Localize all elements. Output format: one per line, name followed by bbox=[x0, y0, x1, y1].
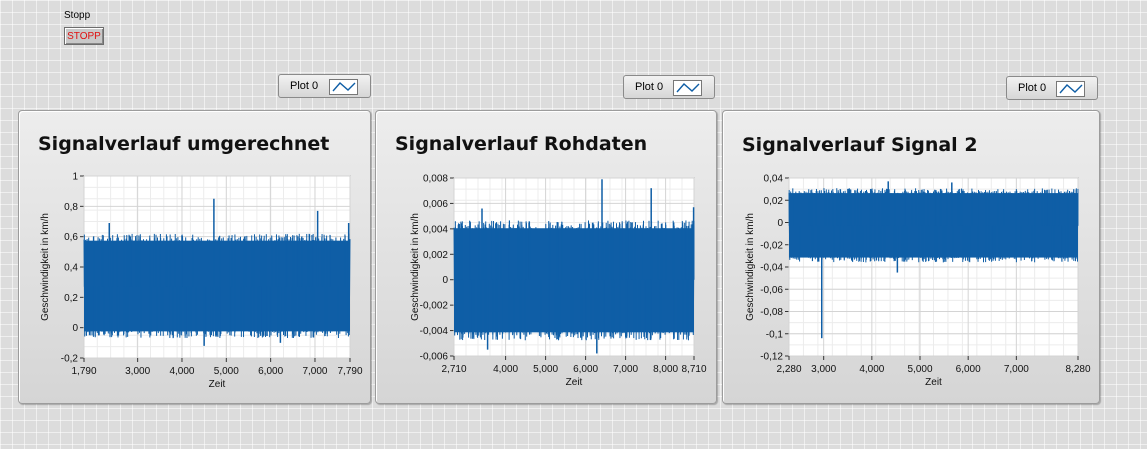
plot-legend-label: Plot 0 bbox=[290, 80, 319, 92]
y-tick-label: -0,02 bbox=[760, 240, 783, 251]
x-tick-label: 6,000 bbox=[956, 364, 981, 375]
x-tick-label: 5,000 bbox=[214, 366, 239, 377]
stop-label: Stopp bbox=[64, 10, 91, 21]
x-axis-label: Zeit bbox=[566, 377, 583, 388]
x-tick-label: 2,280 bbox=[776, 364, 801, 375]
x-tick-label: 6,000 bbox=[258, 366, 283, 377]
y-tick-label: 0,008 bbox=[423, 174, 448, 185]
x-tick-label: 6,000 bbox=[573, 364, 598, 375]
y-tick-label: 0 bbox=[72, 323, 78, 334]
stop-button[interactable]: STOPP bbox=[64, 27, 104, 45]
y-tick-label: -0,2 bbox=[61, 354, 79, 365]
y-tick-label: 0,8 bbox=[64, 202, 78, 213]
plot-legend-2[interactable]: Plot 0 bbox=[623, 75, 715, 99]
y-tick-label: 0,002 bbox=[423, 250, 448, 261]
plot-legend-1[interactable]: Plot 0 bbox=[278, 74, 371, 98]
x-axis-label: Zeit bbox=[925, 377, 942, 388]
x-axis-label: Zeit bbox=[209, 379, 226, 390]
x-tick-label: 7,790 bbox=[337, 366, 362, 377]
x-tick-label: 3,000 bbox=[125, 366, 150, 377]
chart-panel-2: Signalverlauf Rohdaten 0,008 0,006 0,004 0,… bbox=[375, 110, 717, 404]
plot-line-style-icon[interactable] bbox=[1056, 81, 1085, 97]
y-tick-label: 0,4 bbox=[64, 263, 78, 274]
plot-line-style-icon[interactable] bbox=[673, 80, 702, 96]
y-tick-label: 0,2 bbox=[64, 293, 78, 304]
x-tick-label: 5,000 bbox=[533, 364, 558, 375]
y-tick-label: -0,08 bbox=[760, 307, 783, 318]
plot-legend-label: Plot 0 bbox=[1018, 82, 1047, 94]
x-tick-label: 1,790 bbox=[71, 366, 96, 377]
y-tick-label: 0 bbox=[442, 275, 448, 286]
x-tick-label: 7,000 bbox=[1004, 364, 1029, 375]
y-tick-label: -0,002 bbox=[420, 301, 449, 312]
y-tick-label: 0,004 bbox=[423, 224, 448, 235]
chart-panel-3: Signalverlauf Signal 2 0,04 0,02 0 -0,02 -0,… bbox=[722, 110, 1100, 404]
waveform-chart[interactable]: 1 0,8 0,6 0,4 0,2 0 -0,21,790 3,000 4,000 5,000 6,… bbox=[19, 111, 372, 405]
plot-legend-label: Plot 0 bbox=[635, 81, 664, 93]
x-tick-label: 8,000 bbox=[653, 364, 678, 375]
plot-legend-3[interactable]: Plot 0 bbox=[1006, 76, 1098, 100]
waveform-chart[interactable]: 0,008 0,006 0,004 0,002 0 -0,002 -0,004 -0,0062… bbox=[376, 111, 718, 405]
y-axis-label: Geschwindigkeit in km/h bbox=[40, 213, 51, 321]
x-tick-label: 4,000 bbox=[493, 364, 518, 375]
x-tick-label: 2,710 bbox=[441, 364, 466, 375]
x-tick-label: 8,280 bbox=[1065, 364, 1090, 375]
y-tick-label: -0,1 bbox=[766, 329, 784, 340]
x-tick-label: 7,000 bbox=[302, 366, 327, 377]
chart-panel-1: Signalverlauf umgerechnet 1 0,8 0,6 0,4 0,2 0… bbox=[18, 110, 371, 404]
x-tick-label: 4,000 bbox=[169, 366, 194, 377]
y-axis-label: Geschwindigkeit in km/h bbox=[745, 213, 756, 321]
y-tick-label: 0,6 bbox=[64, 232, 78, 243]
x-tick-label: 5,000 bbox=[907, 364, 932, 375]
y-axis-label: Geschwindigkeit in km/h bbox=[410, 213, 421, 321]
y-tick-label: -0,12 bbox=[760, 352, 783, 363]
y-tick-label: -0,04 bbox=[760, 263, 783, 274]
y-tick-label: 0,04 bbox=[764, 174, 784, 185]
waveform-chart[interactable]: 0,04 0,02 0 -0,02 -0,04 -0,06 -0,08 -0,1 -0,122,… bbox=[723, 111, 1101, 405]
y-tick-label: 1 bbox=[72, 172, 78, 183]
y-tick-label: 0,02 bbox=[764, 196, 784, 207]
y-tick-label: -0,06 bbox=[760, 285, 783, 296]
y-tick-label: -0,006 bbox=[420, 352, 449, 363]
x-tick-label: 7,000 bbox=[613, 364, 638, 375]
y-tick-label: 0 bbox=[777, 218, 783, 229]
y-tick-label: -0,004 bbox=[420, 326, 449, 337]
y-tick-label: 0,006 bbox=[423, 199, 448, 210]
plot-line-style-icon[interactable] bbox=[329, 79, 358, 95]
x-tick-label: 4,000 bbox=[859, 364, 884, 375]
x-tick-label: 8,710 bbox=[681, 364, 706, 375]
x-tick-label: 3,000 bbox=[811, 364, 836, 375]
